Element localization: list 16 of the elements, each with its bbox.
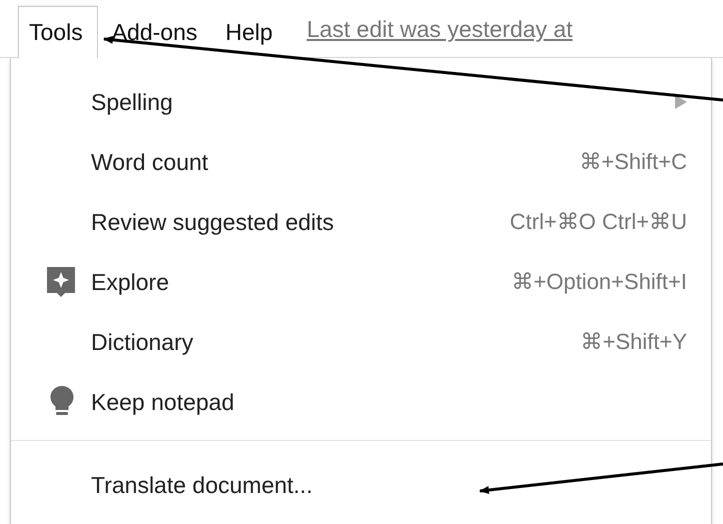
last-edit-link[interactable]: Last edit was yesterday at [306, 16, 573, 57]
keyboard-shortcut: ⌘+Shift+C [579, 149, 687, 175]
explore-icon [45, 265, 77, 299]
menu-tab[interactable]: Tools [18, 6, 98, 58]
keyboard-shortcut: Ctrl+⌘O Ctrl+⌘U [510, 209, 687, 235]
menu-item[interactable]: Spelling [11, 72, 711, 132]
menu-item[interactable]: Keep notepad [11, 372, 711, 432]
menu-item[interactable]: Dictionary ⌘+Shift+Y [11, 312, 711, 372]
keyboard-shortcut: ⌘+Option+Shift+I [512, 269, 687, 295]
menu-tab[interactable]: Add-ons [98, 6, 212, 58]
menu-item[interactable]: Word count ⌘+Shift+C [11, 132, 711, 192]
menu-item[interactable]: Explore ⌘+Option+Shift+I [11, 252, 711, 312]
submenu-arrow-icon [675, 95, 687, 109]
menu-item[interactable]: Translate document... [11, 455, 711, 515]
keyboard-shortcut: ⌘+Shift+Y [580, 329, 687, 355]
menu-item[interactable]: Review suggested edits Ctrl+⌘O Ctrl+⌘U [11, 192, 711, 252]
